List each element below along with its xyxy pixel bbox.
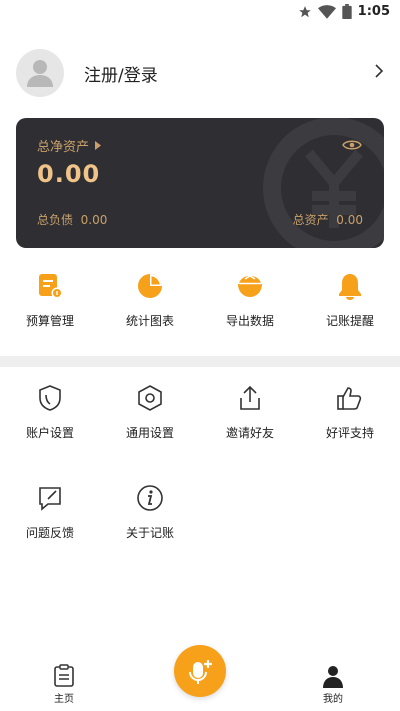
chevron-right-icon[interactable]: [374, 63, 384, 79]
info-icon: [137, 485, 163, 511]
account-settings-button[interactable]: 账户设置: [0, 382, 100, 482]
login-label[interactable]: 注册/登录: [84, 61, 158, 86]
export-data-label: 导出数据: [225, 314, 274, 328]
star-icon: [298, 5, 311, 17]
rate-support-button[interactable]: 好评支持: [300, 382, 400, 482]
export-icon: [238, 275, 262, 297]
about-label: 关于记账: [125, 526, 174, 540]
user-icon: [27, 60, 53, 87]
bottom-tab-bar: 主页 我的: [0, 645, 400, 711]
reminder-label: 记账提醒: [325, 314, 374, 328]
clipboard-icon: [54, 664, 74, 687]
voice-record-button[interactable]: [174, 645, 226, 697]
battery-icon: [341, 4, 352, 19]
total-value: 0.00: [336, 213, 363, 227]
tab-mine-label: 我的: [323, 694, 343, 705]
debt-value: 0.00: [80, 213, 108, 227]
bell-icon: [339, 274, 361, 300]
general-settings-button[interactable]: 通用设置: [100, 382, 200, 482]
caret-right-icon: [95, 141, 102, 150]
export-data-button[interactable]: 导出数据: [200, 270, 300, 329]
profile-row[interactable]: 注册/登录: [16, 48, 386, 98]
tab-home[interactable]: 主页: [52, 664, 76, 705]
budget-management-button[interactable]: 预算管理: [0, 270, 100, 329]
hexagon-settings-icon: [138, 385, 162, 411]
budget-management-label: 预算管理: [25, 314, 74, 328]
total-assets: 总资产 0.00: [293, 211, 363, 228]
budget-icon: [39, 274, 63, 299]
yen-watermark-icon: [263, 118, 384, 248]
microphone-plus-icon: [189, 660, 212, 684]
status-bar: 1:05: [0, 0, 400, 26]
net-assets-value: 0.00: [37, 160, 101, 188]
asset-card[interactable]: 总净资产 0.00 总负债 0.00 总资产 0.00: [16, 118, 384, 248]
status-icons: 1:05: [298, 4, 390, 19]
net-assets-label[interactable]: 总净资产: [37, 136, 102, 155]
total-debt: 总负债 0.00: [37, 211, 107, 228]
thumbs-up-icon: [337, 387, 362, 410]
status-time: 1:05: [357, 4, 390, 19]
feedback-button[interactable]: 问题反馈: [0, 482, 100, 582]
wifi-icon: [317, 4, 336, 19]
statistics-chart-button[interactable]: 统计图表: [100, 270, 200, 329]
feedback-label: 问题反馈: [25, 526, 74, 540]
account-settings-label: 账户设置: [25, 426, 74, 440]
tab-home-label: 主页: [54, 694, 74, 705]
tab-mine[interactable]: 我的: [321, 664, 345, 705]
debt-label: 总负债: [37, 213, 74, 227]
feedback-icon: [39, 487, 61, 511]
share-icon: [240, 385, 260, 410]
invite-friends-button[interactable]: 邀请好友: [200, 382, 300, 482]
statistics-chart-label: 统计图表: [125, 314, 174, 328]
rate-support-label: 好评支持: [325, 426, 374, 440]
section-divider: [0, 356, 400, 367]
avatar[interactable]: [16, 49, 64, 97]
total-label: 总资产: [292, 213, 329, 227]
about-button[interactable]: 关于记账: [100, 482, 200, 582]
net-assets-label-text: 总净资产: [37, 140, 90, 155]
person-icon: [323, 666, 343, 688]
settings-grid: 账户设置 通用设置 邀请好友 好评支持 问题反馈 关于记账: [0, 382, 400, 582]
eye-icon[interactable]: [342, 138, 362, 152]
general-settings-label: 通用设置: [125, 426, 174, 440]
pie-chart-icon: [138, 274, 162, 298]
shield-icon: [39, 385, 61, 411]
invite-friends-label: 邀请好友: [225, 426, 274, 440]
quick-actions: 预算管理 统计图表 导出数据 记账提醒: [0, 270, 400, 329]
reminder-button[interactable]: 记账提醒: [300, 270, 400, 329]
